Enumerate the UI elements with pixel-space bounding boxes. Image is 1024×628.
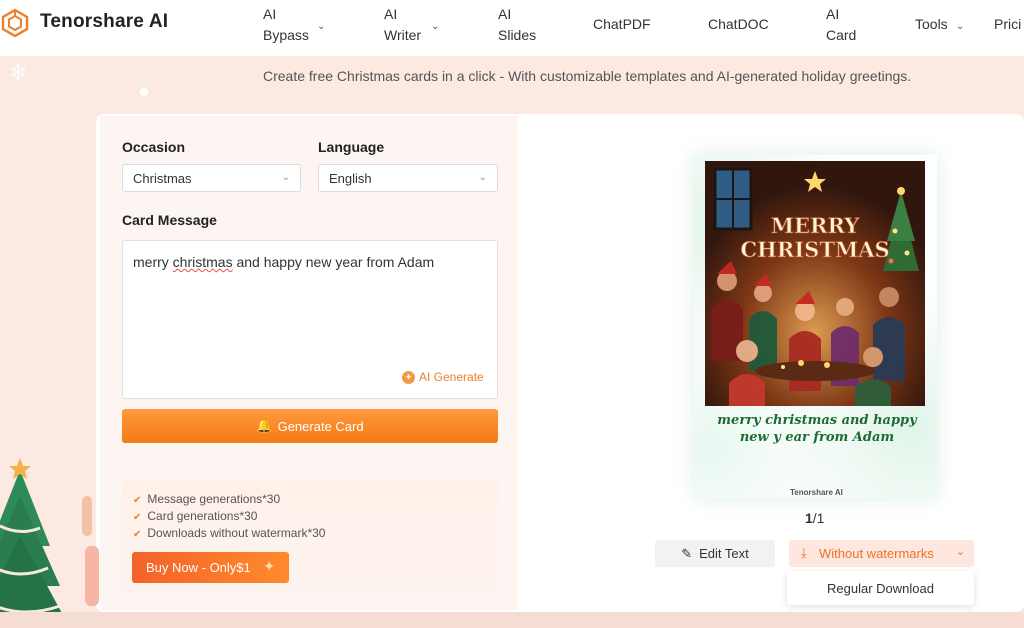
occasion-label: Occasion: [122, 139, 186, 155]
perk-text: Downloads without watermark*30: [147, 526, 326, 540]
nav-ai-card-line2: Card: [826, 27, 857, 43]
chevron-down-icon: ⌄: [281, 172, 290, 183]
snowflake-icon: ❄: [9, 60, 28, 85]
pencil-icon: ✎: [681, 545, 693, 561]
chevron-down-icon[interactable]: ⌄: [956, 545, 965, 558]
chevron-down-icon: ⌄: [478, 172, 487, 183]
hexagon-logo-icon: [1, 8, 29, 38]
nav-pricing[interactable]: Prici: [994, 14, 1021, 35]
nav-ai-slides-line1: AI: [498, 6, 512, 22]
nav-ai-writer-line1: AI: [384, 6, 398, 22]
decorative-dot: [140, 88, 148, 96]
sparkle-icon: ✦: [263, 558, 275, 574]
page-current: 1: [805, 510, 813, 526]
page-total: /1: [812, 510, 825, 526]
message-misspelled-word: christmas: [172, 254, 233, 270]
nav-ai-slides-line2: Slides: [498, 27, 537, 43]
nav-tools-label: Tools: [915, 16, 948, 32]
nav-ai-bypass-line1: AI: [263, 6, 277, 22]
download-icon: ⤓: [801, 545, 807, 560]
nav-tools[interactable]: Tools ⌄: [915, 14, 964, 35]
buy-now-label: Buy Now - Only$1: [146, 560, 251, 575]
nav-chatpdf[interactable]: ChatPDF: [593, 14, 651, 35]
occasion-value: Christmas: [133, 171, 192, 186]
language-value: English: [329, 171, 372, 186]
download-without-watermarks-button[interactable]: ⤓ Without watermarks ⌄: [789, 540, 974, 567]
nav-ai-writer[interactable]: AI Writer ⌄: [384, 4, 439, 46]
nav-chatdoc[interactable]: ChatDOC: [708, 14, 769, 35]
message-text-start: merry: [133, 254, 173, 270]
download-label: Without watermarks: [819, 546, 934, 561]
page-tagline: Create free Christmas cards in a click -…: [263, 68, 912, 84]
generate-card-label: Generate Card: [277, 418, 364, 434]
nav-chatdoc-label: ChatDOC: [708, 16, 769, 32]
nav-ai-bypass[interactable]: AI Bypass ⌄: [263, 4, 325, 46]
card-greeting-text: merry christmas and happy new y ear from…: [717, 413, 917, 445]
top-navigation: Tenorshare AI AI Bypass ⌄ AI Writer ⌄ AI…: [0, 0, 1024, 56]
message-text-end: and happy new year from Adam: [232, 254, 435, 270]
bells-icon: 🔔: [256, 418, 273, 433]
nav-ai-writer-line2: Writer: [384, 27, 422, 43]
page-indicator: 1/1: [805, 510, 824, 526]
nav-chatpdf-label: ChatPDF: [593, 16, 651, 32]
perk-text: Card generations*30: [147, 509, 258, 523]
chevron-down-icon: ⌄: [956, 21, 965, 32]
card-watermark: Tenorshare AI: [790, 488, 843, 497]
brand-name: Tenorshare AI: [40, 11, 169, 32]
christmas-scene-illustration: MERRY CHRISTMAS: [705, 161, 925, 406]
language-label: Language: [318, 139, 385, 155]
nav-ai-card[interactable]: AI Card: [826, 4, 856, 46]
card-title-line1: MERRY: [771, 213, 861, 238]
nav-ai-card-line1: AI: [826, 6, 840, 22]
ai-sparkle-icon: ✦: [402, 370, 415, 384]
check-icon: ✔: [133, 529, 142, 540]
ai-generate-button[interactable]: ✦ AI Generate: [402, 370, 484, 384]
chevron-down-icon: ⌄: [431, 21, 440, 32]
generate-card-button[interactable]: 🔔 Generate Card: [122, 409, 498, 443]
christmas-card-image: MERRY CHRISTMAS: [705, 161, 925, 406]
christmas-tree-decoration: [0, 458, 99, 628]
card-message-label: Card Message: [122, 212, 217, 228]
card-title-line2: CHRISTMAS: [740, 237, 889, 262]
language-select[interactable]: English ⌄: [318, 164, 498, 192]
perk-item: ✔ Downloads without watermark*30: [133, 526, 325, 540]
perk-item: ✔ Message generations*30: [133, 492, 280, 506]
check-icon: ✔: [133, 495, 142, 506]
occasion-select[interactable]: Christmas ⌄: [122, 164, 301, 192]
buy-now-button[interactable]: Buy Now - Only$1 ✦: [132, 552, 289, 583]
edit-text-label: Edit Text: [699, 546, 749, 561]
nav-ai-bypass-line2: Bypass: [263, 27, 309, 43]
ai-generate-label: AI Generate: [419, 370, 484, 384]
perk-text: Message generations*30: [147, 492, 281, 506]
perk-item: ✔ Card generations*30: [133, 509, 257, 523]
check-icon: ✔: [133, 512, 142, 523]
nav-ai-slides[interactable]: AI Slides: [498, 4, 536, 46]
nav-pricing-label: Prici: [994, 16, 1022, 32]
bottom-strip: [0, 612, 1024, 628]
chevron-down-icon: ⌄: [317, 21, 326, 32]
regular-download-label: Regular Download: [827, 580, 934, 596]
regular-download-option[interactable]: Regular Download: [787, 571, 974, 605]
edit-text-button[interactable]: ✎ Edit Text: [655, 540, 775, 567]
